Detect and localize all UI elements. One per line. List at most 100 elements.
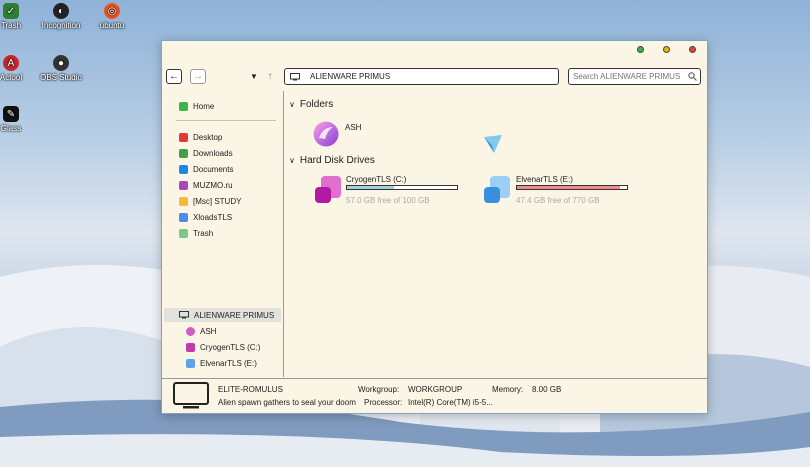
explorer-window: ← → ▼ ↑ ALIENWARE PRIMUS Home Desktop Do…: [161, 40, 708, 414]
section-title: Folders: [299, 99, 334, 110]
desktop-obs[interactable]: ● OBS Studio: [33, 55, 89, 82]
sidebar-item-documents[interactable]: Documents: [179, 163, 233, 175]
ubuntu-icon: ◎: [104, 3, 120, 19]
sidebar-item-label: Downloads: [193, 148, 233, 158]
chevron-down-icon: ∨: [289, 100, 295, 109]
sidebar-item-drive-c[interactable]: CryogenTLS (C:): [186, 341, 260, 353]
sidebar-item-study[interactable]: [Msc] STUDY: [179, 195, 241, 207]
sidebar-item-trash[interactable]: Trash: [179, 227, 213, 239]
drive-usage-bar: [346, 185, 458, 190]
workgroup-value: WORKGROUP: [408, 385, 463, 394]
chevron-down-icon: ▼: [250, 72, 258, 81]
title-bar: [162, 41, 707, 61]
drive-free-space: 47.4 GB free of 770 GB: [516, 196, 600, 205]
desktop-glass[interactable]: ✎ Glass: [0, 106, 39, 133]
document-icon: [179, 164, 188, 174]
ash-drive-icon: [186, 326, 195, 336]
maximize-button[interactable]: [663, 46, 670, 53]
drive-c-icon: [315, 176, 341, 203]
search-input[interactable]: [568, 68, 701, 85]
actool-icon: A: [3, 55, 19, 71]
drives-section-header[interactable]: ∨ Hard Disk Drives: [289, 155, 375, 166]
desktop-icon-label: Incognition: [41, 21, 81, 30]
app-folder-icon[interactable]: [482, 133, 504, 155]
home-icon: [179, 101, 188, 111]
drive-item-e[interactable]: ElvenarTLS (E:) 47.4 GB free of 770 GB: [482, 175, 632, 207]
sidebar-item-label: Trash: [193, 228, 214, 238]
desktop-icon-label: Glass: [0, 124, 22, 133]
music-folder-icon: [179, 180, 188, 190]
trash-icon: [179, 228, 188, 238]
sidebar-item-label: [Msc] STUDY: [193, 196, 242, 206]
computer-icon: [179, 311, 189, 319]
arrow-up-icon: ↑: [267, 71, 273, 82]
computer-description: Alien spawn gathers to seal your doom: [218, 398, 356, 407]
chevron-down-icon: ∨: [289, 156, 295, 165]
sidebar-item-desktop[interactable]: Desktop: [179, 131, 222, 143]
trash-icon: ✓: [3, 3, 19, 19]
computer-icon: [173, 382, 209, 409]
sidebar-item-computer[interactable]: ALIENWARE PRIMUS: [179, 309, 274, 321]
glass-icon: ✎: [3, 106, 19, 122]
sidebar-item-label: Desktop: [193, 132, 223, 142]
dropbox-icon: [179, 212, 188, 222]
content-pane: ∨ Folders ASH ∨ Hard Disk Drives Cryogen…: [286, 95, 707, 377]
computer-icon: [290, 72, 300, 80]
address-bar[interactable]: ALIENWARE PRIMUS: [284, 68, 559, 85]
up-button[interactable]: ↑: [262, 69, 278, 84]
drive-item-c[interactable]: CryogenTLS (C:) 57.0 GB free of 100 GB: [313, 175, 463, 207]
sidebar-item-muzmo[interactable]: MUZMO.ru: [179, 179, 233, 191]
sidebar-item-label: ALIENWARE PRIMUS: [194, 310, 275, 320]
drive-usage-fill: [347, 186, 395, 189]
folder-name: ASH: [345, 123, 362, 132]
download-icon: [179, 148, 188, 158]
drive-e-icon: [484, 176, 510, 203]
sidebar-item-drive-e[interactable]: ElvenarTLS (E:): [186, 357, 257, 369]
minimize-button[interactable]: [637, 46, 644, 53]
desktop-icon-label: ubuntu: [99, 21, 125, 30]
folder-item-ash[interactable]: [313, 121, 339, 147]
memory-value: 8.00 GB: [532, 385, 562, 394]
sidebar-item-label: Documents: [193, 164, 234, 174]
sidebar-item-label: ASH: [200, 326, 217, 336]
workgroup-label: Workgroup:: [358, 385, 400, 394]
drive-usage-fill: [517, 186, 621, 189]
incognito-icon: ◐: [53, 3, 69, 19]
arrow-left-icon: ←: [169, 71, 179, 82]
memory-label: Memory:: [492, 385, 524, 394]
sidebar-item-label: ElvenarTLS (E:): [200, 358, 257, 368]
search-icon[interactable]: [688, 72, 697, 81]
computer-name: ELITE-ROMULUS: [218, 385, 283, 394]
sidebar-item-label: XloadsTLS: [193, 212, 233, 222]
sidebar-item-label: Home: [193, 101, 215, 111]
forward-button[interactable]: →: [190, 69, 206, 84]
address-text: ALIENWARE PRIMUS: [310, 72, 391, 81]
back-button[interactable]: ←: [166, 69, 182, 84]
desktop-incognition[interactable]: ◐ Incognition: [33, 3, 89, 30]
sidebar-item-ash[interactable]: ASH: [186, 325, 216, 337]
sidebar-item-downloads[interactable]: Downloads: [179, 147, 233, 159]
sidebar-item-label: MUZMO.ru: [193, 180, 233, 190]
navigation-pane: Home Desktop Downloads Documents MUZMO.r…: [162, 91, 284, 377]
sidebar-item-label: CryogenTLS (C:): [200, 342, 261, 352]
ash-folder-icon: [313, 121, 339, 147]
drive-icon: [186, 342, 195, 352]
details-pane: ELITE-ROMULUS Alien spawn gathers to sea…: [162, 378, 707, 413]
sidebar-item-home[interactable]: Home: [179, 100, 214, 112]
obs-icon: ●: [53, 55, 69, 71]
close-button[interactable]: [689, 46, 696, 53]
toolbar: ← → ▼ ↑ ALIENWARE PRIMUS: [162, 65, 707, 87]
processor-label: Processor:: [364, 398, 403, 407]
arrow-right-icon: →: [193, 71, 203, 82]
recent-locations-button[interactable]: ▼: [246, 69, 262, 84]
folders-section-header[interactable]: ∨ Folders: [289, 99, 333, 110]
desktop-icon-label: OBS Studio: [40, 73, 82, 82]
folder-icon: [179, 196, 188, 206]
desktop-ubuntu[interactable]: ◎ ubuntu: [84, 3, 140, 30]
drive-icon: [186, 358, 195, 368]
sidebar-item-xloads[interactable]: XloadsTLS: [179, 211, 232, 223]
drive-usage-bar: [516, 185, 628, 190]
drive-name: ElvenarTLS (E:): [516, 175, 573, 184]
sidebar-divider: [176, 120, 276, 121]
desktop-icon: [179, 132, 188, 142]
